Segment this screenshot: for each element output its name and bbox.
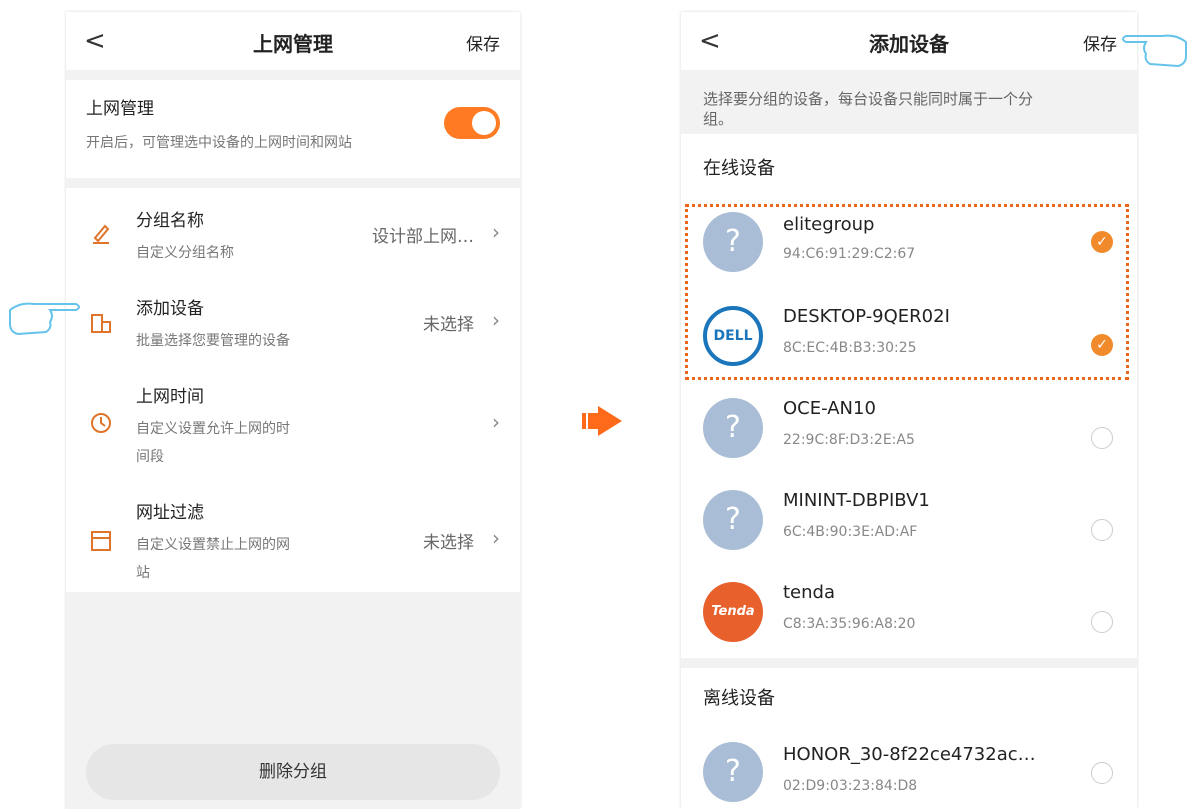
right-screen: < 添加设备 保存 选择要分组的设备，每台设备只能同时属于一个分 组。 在线设备… <box>681 12 1137 809</box>
unchecked-circle[interactable] <box>1091 427 1113 449</box>
online-card: 在线设备 ? elitegroup 94:C6:91:29:C2:67 ✓ DE… <box>681 134 1137 658</box>
online-heading: 在线设备 <box>703 158 775 179</box>
device-mac: 94:C6:91:29:C2:67 <box>783 246 916 262</box>
toggle-knob <box>472 111 496 135</box>
device-name: HONOR_30-8f22ce4732ac… <box>783 744 1036 765</box>
row-value: 设计部上网… <box>372 227 474 247</box>
row-title: 分组名称 <box>136 211 204 231</box>
left-screen: < 上网管理 保存 上网管理 开启后，可管理选中设备的上网时间和网站 分组名称 … <box>66 12 520 809</box>
unchecked-circle[interactable] <box>1091 762 1113 784</box>
toggle-title: 上网管理 <box>86 99 154 119</box>
chevron-right-icon: › <box>492 308 500 332</box>
tip-text: 选择要分组的设备，每台设备只能同时属于一个分 <box>703 90 1034 108</box>
chevron-right-icon: › <box>492 410 500 434</box>
page-title: 添加设备 <box>869 32 949 56</box>
tenda-logo-icon: Tenda <box>703 582 763 642</box>
device-mac: 02:D9:03:23:84:D8 <box>783 778 918 794</box>
device-name: DESKTOP-9QER02I <box>783 306 950 327</box>
dell-logo-icon: DELL <box>703 306 763 366</box>
delete-group-button[interactable]: 删除分组 <box>86 744 500 800</box>
row-sub-2: 间段 <box>136 449 164 465</box>
unknown-device-icon: ? <box>703 490 763 550</box>
row-title: 添加设备 <box>136 299 204 319</box>
row-sub: 自定义设置允许上网的时 <box>136 421 290 437</box>
offline-card: 离线设备 ? HONOR_30-8f22ce4732ac… 02:D9:03:2… <box>681 668 1137 809</box>
row-value: 未选择 <box>423 533 474 553</box>
device-name: elitegroup <box>783 214 875 235</box>
chevron-right-icon: › <box>492 526 500 550</box>
clock-icon <box>91 413 111 433</box>
tip-text-2: 组。 <box>703 110 734 128</box>
device-name: MININT-DBPIBV1 <box>783 490 930 511</box>
save-button[interactable]: 保存 <box>466 30 500 55</box>
row-sub: 自定义设置禁止上网的网 <box>136 537 290 553</box>
toggle-desc: 开启后，可管理选中设备的上网时间和网站 <box>86 135 352 151</box>
pencil-icon <box>93 224 110 244</box>
header: < 上网管理 保存 <box>66 12 520 70</box>
unknown-device-icon: ? <box>703 742 763 802</box>
pointing-hand-icon <box>9 302 80 336</box>
row-sub: 批量选择您要管理的设备 <box>136 333 290 349</box>
device-mac: 6C:4B:90:3E:AD:AF <box>783 524 918 540</box>
save-button[interactable]: 保存 <box>1083 30 1117 55</box>
row-sub: 自定义分组名称 <box>136 245 234 261</box>
row-title: 上网时间 <box>136 387 204 407</box>
page-title: 上网管理 <box>253 32 333 56</box>
settings-card: 分组名称 自定义分组名称 设计部上网… › 添加设备 批量选择您要管理的设备 未… <box>66 188 520 592</box>
checked-icon[interactable]: ✓ <box>1091 334 1113 356</box>
header: < 添加设备 保存 <box>681 12 1137 70</box>
row-title: 网址过滤 <box>136 503 204 523</box>
unknown-device-icon: ? <box>703 398 763 458</box>
internet-toggle[interactable] <box>444 107 500 139</box>
row-sub-2: 站 <box>136 565 150 581</box>
offline-heading: 离线设备 <box>703 688 775 709</box>
checked-icon[interactable]: ✓ <box>1091 231 1113 253</box>
device-mac: C8:3A:35:96:A8:20 <box>783 616 916 632</box>
pointing-hand-icon <box>1122 34 1187 68</box>
device-name: tenda <box>783 582 835 603</box>
unknown-device-icon: ? <box>703 212 763 272</box>
arrow-right-icon <box>582 406 622 436</box>
unchecked-circle[interactable] <box>1091 519 1113 541</box>
row-value: 未选择 <box>423 315 474 335</box>
chevron-right-icon: › <box>492 220 500 244</box>
device-icon <box>91 314 111 333</box>
webpage-icon <box>91 531 111 551</box>
unchecked-circle[interactable] <box>1091 611 1113 633</box>
device-mac: 8C:EC:4B:B3:30:25 <box>783 340 917 356</box>
device-mac: 22:9C:8F:D3:2E:A5 <box>783 432 915 448</box>
device-name: OCE-AN10 <box>783 398 876 419</box>
